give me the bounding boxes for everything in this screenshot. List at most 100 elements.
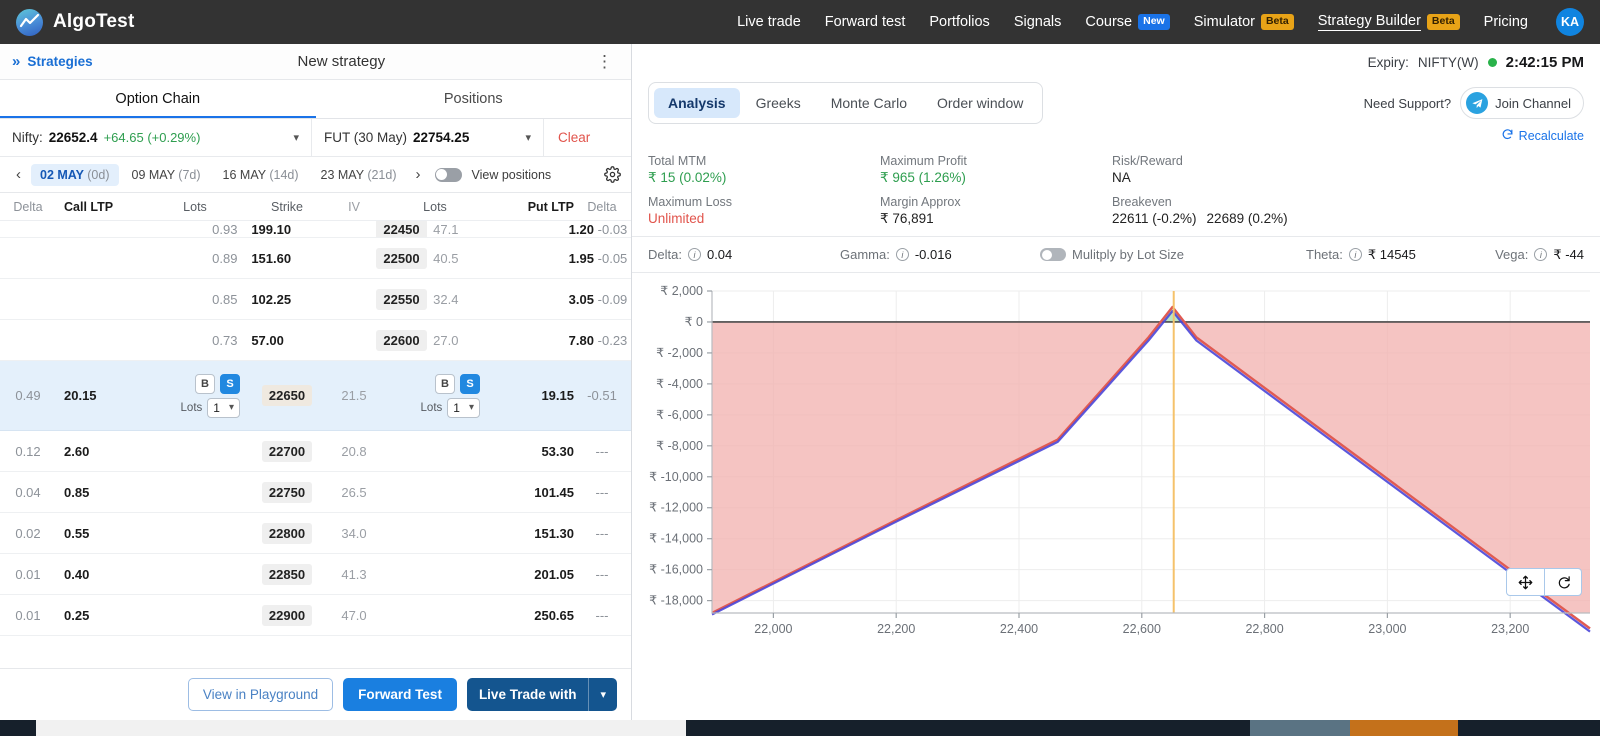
cell-put-ltp: 201.05 [534,566,574,582]
breadcrumb[interactable]: » Strategies [12,54,93,69]
strike-pill: 22750 [261,481,313,503]
tab-order-window[interactable]: Order window [923,88,1037,118]
table-row-selected[interactable]: 0.49 20.15 B S Lots 1 ▾ 22650 21.5 B S L… [0,361,631,431]
forward-test-button[interactable]: Forward Test [343,678,457,711]
svg-text:₹ -6,000: ₹ -6,000 [656,408,703,422]
chevron-down-icon: ▾ [525,132,531,144]
left-tabs: Option Chain Positions [0,80,631,119]
info-icon[interactable]: i [1534,248,1548,261]
nav-forward-test[interactable]: Forward test [825,14,906,30]
taskbar-segment [1458,720,1600,736]
table-row[interactable]: 0.73 57.00 22600 27.0 7.80 -0.23 [0,320,631,361]
view-positions-toggle[interactable] [434,167,462,182]
expiry-chip-2[interactable]: 16 MAY (14d) [214,164,308,186]
nav-simulator[interactable]: Simulator Beta [1194,14,1294,30]
join-channel-button[interactable]: Join Channel [1460,87,1584,119]
index-change: +64.65 (+0.29%) [103,130,201,145]
brand[interactable]: AlgoTest [16,8,134,36]
chevron-double-right-icon: » [12,53,21,70]
clear-button[interactable]: Clear [544,119,604,156]
avatar[interactable]: KA [1556,8,1584,36]
analysis-tabs-row: Analysis Greeks Monte Carlo Order window… [632,80,1600,124]
info-icon[interactable]: i [895,248,909,261]
col-strike: Strike [271,200,303,214]
payoff-chart[interactable]: ₹ 2,000 ₹ 0 ₹ -2,000 ₹ -4,000 ₹ -6,000 ₹ -8,0… [632,273,1600,720]
table-row[interactable]: 0.89 151.60 22500 40.5 1.95 -0.05 [0,238,631,279]
nav-portfolios[interactable]: Portfolios [929,14,989,30]
table-row[interactable]: 0.04 0.85 22750 26.5 101.45 --- [0,472,631,513]
future-selector[interactable]: FUT (30 May) 22754.25 ▾ [312,119,544,156]
call-lots-select[interactable]: 1 ▾ [207,397,240,418]
put-lots-value: 1 [453,400,460,415]
call-sell-button[interactable]: S [220,373,240,394]
expiry-days: (0d) [87,167,110,182]
metric-total-mtm: Total MTM ₹ 15 (0.02%) [648,154,880,186]
tab-monte-carlo[interactable]: Monte Carlo [817,88,921,118]
expiry-prev-icon[interactable]: ‹ [10,164,27,185]
nav-pricing[interactable]: Pricing [1484,14,1528,30]
app-root: AlgoTest Live trade Forward test Portfol… [0,0,1600,736]
nav-course[interactable]: Course New [1085,14,1170,30]
live-trade-button[interactable]: Live Trade with ▾ [466,678,617,711]
greek-value: ₹ 14545 [1367,246,1416,262]
nav-signals[interactable]: Signals [1014,14,1062,30]
svg-text:23,000: 23,000 [1368,622,1406,636]
table-row[interactable]: 0.12 2.60 22700 20.8 53.30 --- [0,431,631,472]
option-chain-header: Delta Call LTP Lots Strike IV Lots Put L… [0,193,631,221]
cell-call-delta: 0.73 [212,332,238,348]
cell-call-lots[interactable]: B S Lots 1 ▾ [142,373,248,418]
nav-strategy-builder[interactable]: Strategy Builder Beta [1317,13,1460,31]
cell-strike: 22850 [248,563,326,585]
expiry-date: 16 MAY [222,167,266,182]
more-options-icon[interactable]: ⋮ [590,53,619,70]
table-row[interactable]: 0.01 0.25 22900 47.0 250.65 --- [0,595,631,636]
cell-call-ltp: 0.55 [64,525,90,541]
breakeven-high: 22689 (0.2%) [1206,211,1288,226]
expiry-chip-3[interactable]: 23 MAY (21d) [312,164,406,186]
cell-call-ltp: 0.85 [64,484,90,500]
pan-tool-icon[interactable] [1507,569,1544,595]
reset-zoom-icon[interactable] [1544,569,1581,595]
tab-analysis[interactable]: Analysis [654,88,740,118]
nav-live-trade[interactable]: Live trade [737,14,801,30]
option-chain-body[interactable]: 0.93 199.10 22450 47.1 1.20 -0.03 0.89 1… [0,221,631,668]
put-lots-control: Lots 1 ▾ [421,397,480,418]
expiry-chip-0[interactable]: 02 MAY (0d) [31,163,119,186]
info-icon[interactable]: i [1348,248,1362,261]
cell-put-delta: -0.09 [597,291,628,307]
multiply-lot-size-toggle[interactable] [1040,248,1066,261]
settings-gear-icon[interactable] [604,166,621,183]
payoff-chart-svg[interactable]: ₹ 2,000 ₹ 0 ₹ -2,000 ₹ -4,000 ₹ -6,000 ₹ -8,0… [632,273,1600,693]
view-in-playground-button[interactable]: View in Playground [187,678,334,711]
support-label: Need Support? [1363,95,1452,111]
put-lots-select[interactable]: 1 ▾ [447,397,480,418]
table-row[interactable]: 0.02 0.55 22800 34.0 151.30 --- [0,513,631,554]
strike-pill: 22500 [376,247,427,269]
cell-iv: 26.5 [341,484,367,500]
put-buy-button[interactable]: B [435,373,455,394]
svg-text:₹ -2,000: ₹ -2,000 [656,346,703,360]
nav-label: Portfolios [929,14,990,30]
tab-option-chain[interactable]: Option Chain [0,80,316,118]
table-row[interactable]: 0.93 199.10 22450 47.1 1.20 -0.03 [0,221,631,238]
clock: 2:42:15 PM [1505,53,1584,71]
expiry-next-icon[interactable]: › [410,164,427,185]
cell-iv: 27.0 [433,332,459,348]
cell-call-delta: 0.02 [15,525,41,541]
greek-vega: Vega: i ₹ -44 [1495,247,1584,263]
call-buy-button[interactable]: B [195,373,215,394]
expiry-chip-1[interactable]: 09 MAY (7d) [123,164,210,186]
info-icon[interactable]: i [687,248,701,261]
chevron-down-icon[interactable]: ▾ [589,678,617,711]
analysis-pane: Expiry: NIFTY(W) 2:42:15 PM Analysis Gre… [632,44,1600,720]
call-lots-value: 1 [213,400,220,415]
put-sell-button[interactable]: S [460,373,480,394]
cell-put-lots[interactable]: B S Lots 1 ▾ [382,373,488,418]
table-row[interactable]: 0.01 0.40 22850 41.3 201.05 --- [0,554,631,595]
tab-greeks[interactable]: Greeks [742,88,815,118]
index-selector[interactable]: Nifty: 22652.4 +64.65 (+0.29%) ▾ [0,119,312,156]
recalculate-button[interactable]: Recalculate [1501,128,1584,144]
cell-strike: 22650 [248,385,326,406]
tab-positions[interactable]: Positions [316,80,632,118]
table-row[interactable]: 0.85 102.25 22550 32.4 3.05 -0.09 [0,279,631,320]
